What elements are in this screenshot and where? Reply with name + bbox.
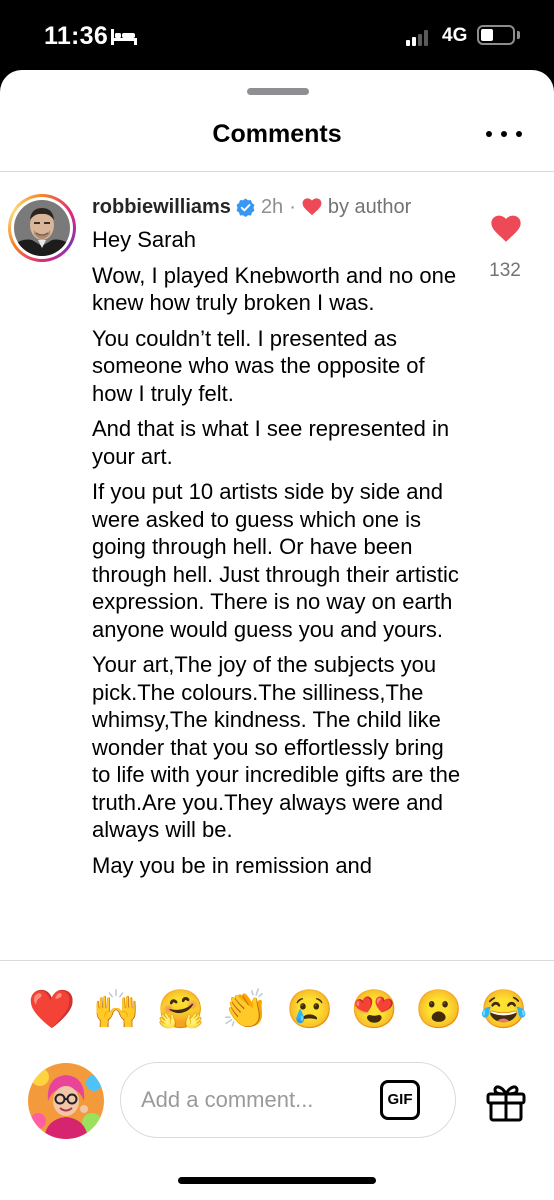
status-bar: 11:36 4G: [0, 0, 554, 70]
comment-text: Hey Sarah Wow, I played Knebworth and no…: [92, 226, 464, 960]
reaction-crying-emoji[interactable]: 😢: [286, 987, 333, 1033]
reaction-heart-emoji[interactable]: ❤️: [28, 987, 75, 1033]
reactions-divider: [0, 960, 554, 961]
status-time: 11:36: [44, 22, 109, 50]
comment-username[interactable]: robbiewilliams: [92, 196, 231, 219]
comment-input[interactable]: [141, 1081, 371, 1119]
reaction-heart-eyes-emoji[interactable]: 😍: [351, 987, 398, 1033]
cellular-signal-icon: [406, 30, 428, 46]
comment-paragraph: Hey Sarah: [92, 227, 196, 252]
reaction-laughing-emoji[interactable]: 😂: [480, 987, 527, 1033]
author-avatar[interactable]: [8, 194, 76, 262]
liked-by-author-label: by author: [327, 195, 412, 218]
like-count: 132: [489, 260, 521, 281]
reaction-raised-hands-emoji[interactable]: 🙌: [93, 987, 140, 1033]
more-options-button[interactable]: [486, 125, 522, 143]
meta-separator: ·: [289, 195, 296, 218]
comment-paragraph: If you put 10 artists side by side and w…: [92, 479, 459, 642]
author-avatar-photo: [14, 200, 70, 256]
battery-cap: [517, 31, 520, 39]
comment-paragraph: And that is what I see represented in yo…: [92, 416, 450, 469]
author-liked-heart-icon: [302, 198, 322, 216]
header-divider: [0, 171, 554, 172]
network-type: 4G: [442, 25, 468, 46]
gift-icon[interactable]: [485, 1082, 527, 1122]
reaction-hugging-emoji[interactable]: 🤗: [157, 987, 204, 1033]
like-heart-icon[interactable]: [490, 215, 522, 243]
verified-badge-icon: [236, 197, 255, 217]
comment-time: 2h: [260, 195, 284, 218]
sleep-focus-icon: [111, 29, 137, 45]
comments-sheet: Comments robbiewilliams 2h · by author H…: [0, 70, 554, 1200]
sheet-grabber[interactable]: [247, 88, 309, 95]
home-indicator: [178, 1177, 376, 1184]
comment-paragraph: Wow, I played Knebworth and no one knew …: [92, 262, 457, 316]
comment-paragraph: Your art,The joy of the subjects you pic…: [92, 652, 461, 842]
emoji-reactions-bar: ❤️ 🙌 🤗 👏 😢 😍 😮 😂: [28, 987, 527, 1033]
comment-header: robbiewilliams 2h · by author: [92, 194, 411, 220]
reaction-clapping-emoji[interactable]: 👏: [222, 987, 269, 1033]
my-avatar[interactable]: [28, 1063, 104, 1139]
comment-paragraph: May you be in remission and: [92, 852, 373, 878]
comment-composer: GIF: [120, 1062, 456, 1138]
comment-paragraph: You couldn’t tell. I presented as someon…: [92, 325, 425, 406]
battery-icon: [477, 25, 515, 45]
reaction-surprised-emoji[interactable]: 😮: [415, 987, 462, 1033]
gif-button[interactable]: GIF: [380, 1080, 420, 1120]
sheet-title: Comments: [212, 120, 342, 148]
